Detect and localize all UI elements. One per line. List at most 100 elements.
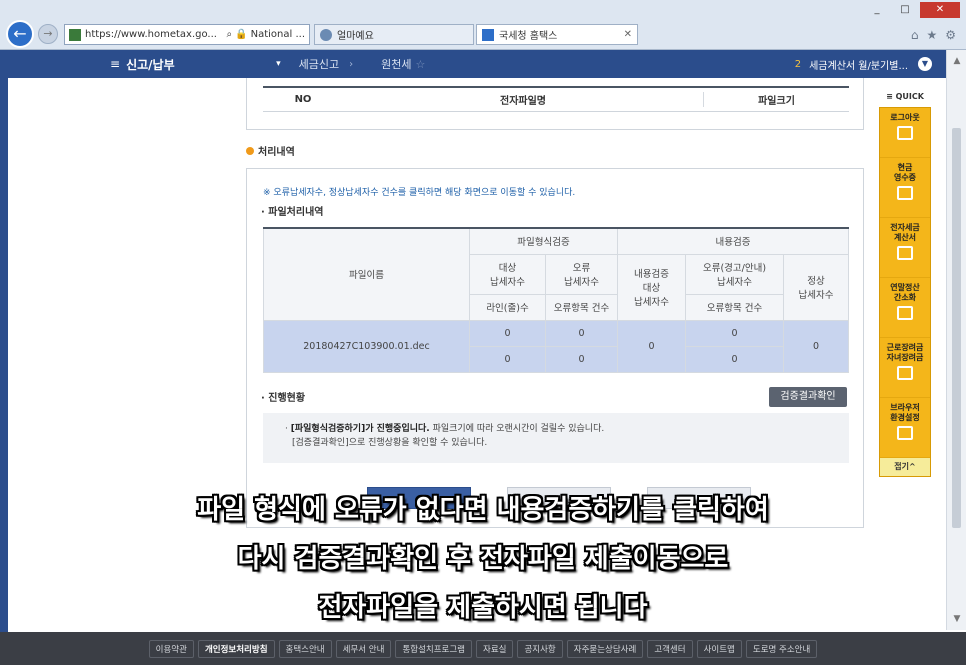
th-normal-taxpayers: 정상 납세자수 [783, 253, 849, 321]
quick-header: ≡ QUICK [886, 92, 924, 101]
verify-result-button[interactable]: 검증결과확인 [769, 387, 847, 407]
footer-link-terms[interactable]: 이용약관 [148, 639, 194, 658]
quick-item-label: 근로장려금 자녀장려금 [886, 343, 924, 362]
quick-panel: 로그아웃 현금 영수증 전자세금 계산서 연말정산 간소화 근로장려금 자녀장려… [879, 107, 931, 477]
th-target-taxpayers: 대상 납세자수 [469, 253, 546, 295]
quick-cash-receipt[interactable]: 현금 영수증 [880, 158, 930, 218]
quick-collapse[interactable]: 접기^ [880, 458, 930, 476]
cell-file-name: 20180427C103900.01.dec [263, 319, 470, 373]
file-list-table: NO 전자파일명 파일크기 [246, 78, 864, 130]
subtitle-line: 다시 검증결과확인 후 전자파일 제출이동으로 [237, 544, 729, 574]
maximize-button[interactable]: □ [892, 2, 918, 18]
quick-item-label: 전자세금 계산서 [890, 223, 920, 242]
menu-icon[interactable]: ≡ [110, 57, 120, 71]
footer-link-sitemap[interactable]: 사이트맵 [696, 639, 742, 658]
result-table: 파일이름 파일형식검증 내용검증 대상 납세자수 오류 납세자수 내용검증 대상… [263, 227, 849, 373]
footer-link-privacy[interactable]: 개인정보처리방침 [197, 639, 275, 658]
window-controls: _ □ ✕ [864, 2, 960, 18]
footer-link-support[interactable]: 고객센터 [647, 639, 693, 658]
tab-label: 국세청 홈택스 [499, 31, 558, 42]
nav-title[interactable]: 신고/납부 [126, 56, 276, 73]
cell-normal[interactable]: 0 [783, 319, 849, 373]
tab-label: 얼마예요 [337, 31, 374, 42]
video-subtitles: 파일 형식에 오류가 없다면 내용검증하기를 클릭하여 다시 검증결과확인 후 … [0, 486, 966, 633]
address-url: https://www.hometax.go... [85, 29, 217, 40]
progress-title: · 진행현황 [261, 393, 306, 404]
heart-icon [897, 366, 913, 380]
progress-message-box: · [파일형식검증하기]가 진행중입니다. 파일크기에 따라 오랜시간이 걸릴수… [263, 413, 849, 463]
section-title-label: 처리내역 [258, 147, 295, 158]
quick-item-label: 연말정산 간소화 [890, 283, 920, 302]
breadcrumb-separator: › [349, 58, 354, 70]
th-error-warn: 오류(경고/안내) 납세자수 [685, 253, 784, 295]
th-error-taxpayers: 오류 납세자수 [545, 253, 618, 295]
cell-error-items: 0 [545, 345, 618, 373]
breadcrumb-item[interactable]: 원천세 ☆ [381, 56, 425, 72]
tab-hometax[interactable]: 국세청 홈택스 ✕ [476, 24, 638, 45]
calculator-icon [897, 306, 913, 320]
search-icon[interactable]: ⌕ [227, 29, 233, 40]
site-footer: 이용약관 개인정보처리방침 홈택스안내 세무서 안내 통합설치프로그램 자료실 … [0, 632, 966, 665]
quick-browser-settings[interactable]: 브라우저 환경설정 [880, 398, 930, 458]
process-box: ※ 오류납세자수, 정상납세자수 건수를 클릭하면 해당 화면으로 이동할 수 … [246, 168, 864, 528]
footer-link-library[interactable]: 자료실 [476, 639, 514, 658]
th-format-check: 파일형식검증 [469, 227, 618, 255]
settings-gear-icon[interactable]: ⚙ [945, 28, 956, 42]
bullet-icon [246, 146, 254, 155]
notice-text: 세금계산서 월/분기별... [809, 60, 908, 72]
breadcrumb-item[interactable]: 세금신고 [299, 56, 339, 72]
progress-message-line1: · [파일형식검증하기]가 진행중입니다. 파일크기에 따라 오랜시간이 걸릴수… [285, 424, 605, 434]
th-warn-item-count: 오류항목 건수 [685, 293, 784, 321]
th-line-count: 라인(줄)수 [469, 293, 546, 321]
footer-link-notice[interactable]: 공지사항 [517, 639, 563, 658]
cell-error[interactable]: 0 [545, 319, 618, 347]
scroll-thumb[interactable] [952, 128, 961, 528]
site-favicon-icon [69, 28, 81, 41]
quick-item-label: 로그아웃 [890, 113, 920, 122]
tab-favicon-icon [482, 28, 494, 41]
close-button[interactable]: ✕ [920, 2, 960, 18]
favorites-star-icon[interactable]: ★ [926, 28, 937, 42]
footer-link-faq[interactable]: 자주묻는상담사례 [566, 639, 644, 658]
lock-icon: 🔒 [235, 29, 248, 40]
address-bar[interactable]: https://www.hometax.go... ⌕ 🔒 National .… [64, 24, 310, 45]
th-file-name: 파일이름 [263, 227, 470, 321]
th-error-item-count: 오류항목 건수 [545, 293, 618, 321]
forward-button[interactable]: → [38, 24, 58, 44]
cell-warn-items: 0 [685, 345, 784, 373]
quick-incentive[interactable]: 근로장려금 자녀장려금 [880, 338, 930, 398]
quick-logout[interactable]: 로그아웃 [880, 108, 930, 158]
progress-message-rest: 파일크기에 따라 오랜시간이 걸릴수 있습니다. [429, 424, 605, 434]
col-file-size: 파일크기 [703, 92, 849, 107]
minimize-button[interactable]: _ [864, 2, 890, 18]
back-button[interactable]: ← [6, 20, 34, 48]
footer-link-tax-office[interactable]: 세무서 안내 [335, 639, 392, 658]
table-row: 20180427C103900.01.dec 0 0 0 0 0 [263, 319, 849, 373]
notice-number: 2 [794, 58, 802, 70]
nav-dropdown-icon[interactable]: ▾ [276, 59, 281, 69]
th-content-target: 내용검증 대상 납세자수 [617, 253, 686, 321]
cert-label: National ... [250, 29, 305, 40]
invoice-icon [897, 246, 913, 260]
quick-year-end[interactable]: 연말정산 간소화 [880, 278, 930, 338]
home-icon[interactable]: ⌂ [911, 28, 919, 42]
notice-ticker[interactable]: 2 세금계산서 월/분기별... ▼ [795, 57, 946, 72]
cell-line: 0 [469, 345, 546, 373]
cell-target[interactable]: 0 [469, 319, 546, 347]
tab-eolmayeyo[interactable]: 얼마예요 [314, 24, 474, 45]
browser-toolbar-icons: ⌂ ★ ⚙ [911, 28, 956, 42]
tab-favicon-icon [320, 28, 332, 41]
chevron-down-icon[interactable]: ▼ [918, 57, 932, 71]
footer-link-address[interactable]: 도로명 주소안내 [745, 639, 818, 658]
favorite-star-icon[interactable]: ☆ [415, 58, 425, 71]
quick-e-invoice[interactable]: 전자세금 계산서 [880, 218, 930, 278]
footer-link-install[interactable]: 통합설치프로그램 [395, 639, 472, 658]
progress-message-bold: [파일형식검증하기]가 진행중입니다. [290, 424, 430, 434]
tab-close-icon[interactable]: ✕ [624, 29, 632, 40]
site-nav-bar: ≡ 신고/납부 ▾ 세금신고 › 원천세 ☆ 2 세금계산서 월/분기별... ▼ [8, 50, 946, 78]
breadcrumb-label: 세금신고 [298, 58, 340, 71]
footer-link-hometax-guide[interactable]: 홈택스안내 [278, 639, 332, 658]
quick-item-label: 현금 영수증 [893, 163, 917, 182]
cell-warn[interactable]: 0 [685, 319, 784, 347]
scroll-up-icon[interactable]: ▲ [947, 56, 966, 66]
